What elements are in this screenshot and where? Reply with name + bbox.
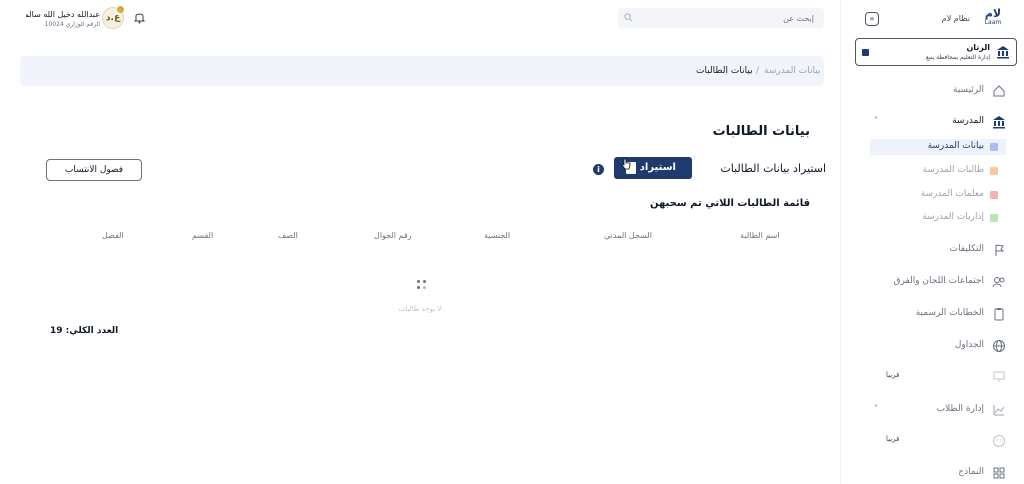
sidebar-item-coming-soon-1[interactable]: قريبا (846, 369, 1006, 385)
user-role: الرقم الوزاري 10024 (44, 21, 100, 28)
sidebar-item-meetings[interactable]: اجتماعات اللجان والفرق (846, 274, 1006, 290)
sidebar-item-student-management[interactable]: إدارة الطلاب ˅ (846, 402, 1006, 418)
sidebar-item-school[interactable]: المدرسة ˄ (846, 114, 1006, 130)
column-header-grade: الصف (278, 231, 298, 240)
page-title: بيانات الطالبات (712, 124, 810, 139)
clipboard-icon (994, 308, 1004, 321)
smile-icon (993, 435, 1005, 447)
color-marker (990, 167, 998, 175)
breadcrumb-separator: / (756, 66, 760, 76)
color-marker (990, 143, 998, 151)
logo-arabic: لام (984, 7, 1002, 20)
flag-icon (995, 244, 1005, 256)
withdrawn-list-title: قائمة الطالبات اللاتي تم سحبهن (649, 198, 810, 209)
column-header-student-name: اسم الطالبة (740, 231, 780, 240)
subitem-label: معلمات المدرسة (920, 189, 984, 199)
sidebar-item-schedules[interactable]: الجداول (846, 338, 1006, 354)
subitem-label: طالبات المدرسة (922, 165, 984, 175)
sidebar-item-label: الرئيسية (953, 85, 984, 95)
globe-icon (993, 340, 1005, 352)
column-header-nationality: الجنسية (484, 231, 511, 240)
sidebar-subitem-school-students[interactable]: طالبات المدرسة (870, 163, 1006, 179)
coming-soon-badge: قريبا (886, 435, 900, 443)
sidebar-subitem-school-teachers[interactable]: معلمات المدرسة (870, 187, 1006, 203)
sidebar-item-assignments[interactable]: التكليفات (846, 242, 1006, 258)
hand-cursor-icon (621, 158, 631, 170)
column-header-civil-record: السجل المدني (604, 231, 652, 240)
school-selected-indicator (862, 49, 869, 56)
school-name: الرتان (966, 43, 990, 52)
user-name[interactable]: عبدالله دخيل الله سالم... (26, 10, 100, 19)
bank-icon (997, 46, 1009, 59)
school-subtitle: إدارة التعليم بمحافظة ينبع (925, 54, 990, 61)
search-input[interactable] (618, 8, 824, 28)
sidebar: لام Laam نظام لام » الرتان إدارة التعليم… (840, 0, 1024, 484)
home-icon (993, 85, 1005, 97)
breadcrumb-current: بيانات الطالبات (696, 66, 753, 76)
empty-state-message: لا يوجد طالبات (398, 305, 442, 313)
breadcrumb-parent-link[interactable]: بيانات المدرسة (764, 66, 820, 76)
subitem-label: إداريات المدرسة (922, 212, 984, 222)
sidebar-item-label: المدرسة (952, 116, 984, 126)
monitor-icon (993, 371, 1005, 382)
enrollment-classes-button[interactable]: فصول الانتساب (46, 159, 142, 181)
collapse-sidebar-button[interactable]: » (865, 12, 879, 26)
coming-soon-badge: قريبا (886, 371, 900, 379)
subitem-label: بيانات المدرسة (927, 141, 984, 151)
column-header-mobile: رقم الجوال (374, 231, 412, 240)
chevron-down-icon: ˅ (874, 404, 878, 413)
sidebar-item-coming-soon-2[interactable]: قريبا (846, 433, 1006, 449)
info-icon[interactable]: i (593, 164, 604, 175)
grid-icon (993, 467, 1005, 479)
sidebar-item-label: الخطابات الرسمية (915, 308, 984, 318)
import-label: استيراد بيانات الطالبات (720, 162, 826, 175)
avatar-status-dot (117, 6, 124, 13)
column-header-class: الفصل (102, 231, 124, 240)
sidebar-item-label: اجتماعات اللجان والفرق (893, 276, 984, 286)
sidebar-item-templates[interactable]: النماذج (846, 465, 1006, 481)
loading-spinner (417, 280, 427, 290)
sidebar-item-label: النماذج (958, 467, 984, 477)
system-name: نظام لام (941, 14, 970, 23)
column-header-department: القسم (192, 231, 214, 240)
sidebar-item-letters[interactable]: الخطابات الرسمية (846, 306, 1006, 322)
chevron-up-icon: ˄ (874, 116, 878, 125)
sidebar-item-label: الجداول (954, 340, 984, 350)
color-marker (990, 191, 998, 199)
bell-icon[interactable] (134, 11, 145, 24)
import-button-label: استيراد (639, 162, 676, 173)
double-chevron-icon: » (869, 14, 875, 23)
sidebar-subitem-school-data[interactable]: بيانات المدرسة (870, 139, 1006, 155)
color-marker (990, 214, 998, 222)
logo-english: Laam (984, 19, 1002, 26)
users-icon (992, 277, 1005, 288)
total-count: العدد الكلي: 19 (50, 326, 119, 336)
school-selector[interactable]: الرتان إدارة التعليم بمحافظة ينبع (855, 38, 1017, 66)
bank-icon (993, 116, 1005, 129)
search-icon (624, 13, 633, 22)
sidebar-item-home[interactable]: الرئيسية (846, 83, 1006, 99)
sidebar-item-label: التكليفات (949, 244, 984, 254)
sidebar-subitem-school-admins[interactable]: إداريات المدرسة (870, 210, 1006, 226)
app-logo[interactable]: لام Laam (980, 7, 1006, 29)
chart-icon (993, 405, 1005, 416)
sidebar-item-label: إدارة الطلاب (936, 404, 984, 414)
